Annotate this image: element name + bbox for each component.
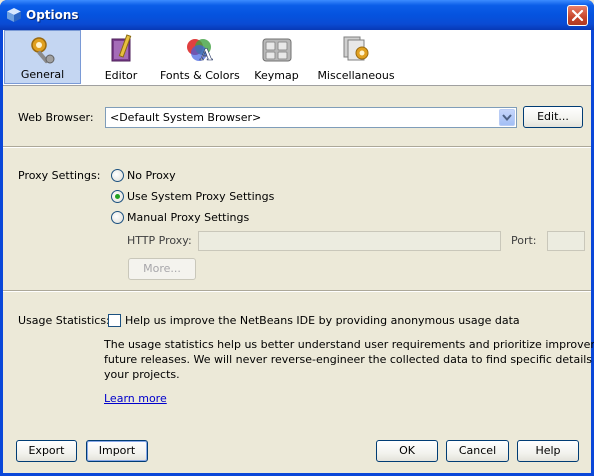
manual-proxy-label[interactable]: Manual Proxy Settings (127, 211, 249, 224)
web-browser-combobox[interactable]: <Default System Browser> (105, 107, 517, 128)
http-proxy-label: HTTP Proxy: (127, 234, 192, 247)
chevron-down-icon (502, 114, 512, 122)
usage-checkbox-label[interactable]: Help us improve the NetBeans IDE by prov… (125, 314, 520, 327)
pen-book-icon (111, 34, 132, 62)
radio-no-proxy[interactable] (111, 169, 124, 182)
dialog-content: General Editor A Fonts & Colors Keymap M… (3, 30, 594, 473)
no-proxy-label[interactable]: No Proxy (127, 169, 176, 182)
edit-browser-button[interactable]: Edit... (523, 106, 583, 128)
netbeans-cube-icon (7, 8, 21, 22)
usage-description-line2: future releases. We will never reverse-e… (104, 353, 594, 366)
export-button[interactable]: Export (16, 440, 77, 462)
cancel-button[interactable]: Cancel (446, 440, 509, 462)
title-bar[interactable]: Options (0, 0, 594, 30)
ok-button[interactable]: OK (376, 440, 438, 462)
port-label: Port: (511, 234, 537, 247)
system-proxy-label[interactable]: Use System Proxy Settings (127, 190, 274, 203)
tab-fonts-colors-label: Fonts & Colors (160, 69, 240, 82)
dropdown-arrow[interactable] (499, 109, 515, 126)
port-input[interactable] (547, 231, 585, 251)
usage-statistics-label: Usage Statistics: (18, 314, 110, 327)
tab-fonts-colors[interactable]: A Fonts & Colors (160, 30, 240, 84)
import-button[interactable]: Import (86, 440, 148, 462)
proxy-settings-label: Proxy Settings: (18, 169, 101, 182)
window-title: Options (26, 8, 79, 22)
separator (3, 146, 591, 148)
tab-general[interactable]: General (4, 30, 81, 84)
radio-manual-proxy[interactable] (111, 211, 124, 224)
usage-statistics-checkbox[interactable] (108, 314, 121, 327)
tab-miscellaneous-label: Miscellaneous (317, 69, 395, 82)
learn-more-link[interactable]: Learn more (104, 392, 167, 405)
tab-keymap-label: Keymap (254, 69, 299, 82)
category-toolbar: General Editor A Fonts & Colors Keymap M… (3, 30, 591, 86)
tab-miscellaneous[interactable]: Miscellaneous (316, 30, 396, 84)
fonts-colors-icon: A (186, 39, 213, 64)
close-icon (571, 9, 584, 22)
separator (3, 290, 591, 292)
keyboard-icon (262, 38, 291, 62)
wrench-gear-icon (30, 37, 54, 64)
tab-keymap[interactable]: Keymap (239, 30, 314, 84)
close-button[interactable] (567, 5, 588, 26)
usage-description-line1: The usage statistics help us better unde… (104, 338, 594, 351)
tab-editor[interactable]: Editor (83, 30, 159, 84)
svg-text:A: A (199, 45, 213, 64)
tab-editor-label: Editor (104, 69, 138, 82)
radio-system-proxy[interactable] (111, 190, 124, 203)
more-proxy-button[interactable]: More... (128, 258, 196, 280)
usage-description-line3: your projects. (104, 368, 180, 381)
radio-selected-dot (115, 194, 120, 199)
tab-general-label: General (20, 68, 65, 81)
http-proxy-input[interactable] (198, 231, 501, 251)
web-browser-label: Web Browser: (18, 111, 94, 124)
web-browser-value: <Default System Browser> (110, 111, 262, 124)
miscellaneous-icon (343, 36, 369, 61)
options-window: Options General Editor A Fonts & Colors … (0, 0, 594, 476)
help-button[interactable]: Help (517, 440, 579, 462)
